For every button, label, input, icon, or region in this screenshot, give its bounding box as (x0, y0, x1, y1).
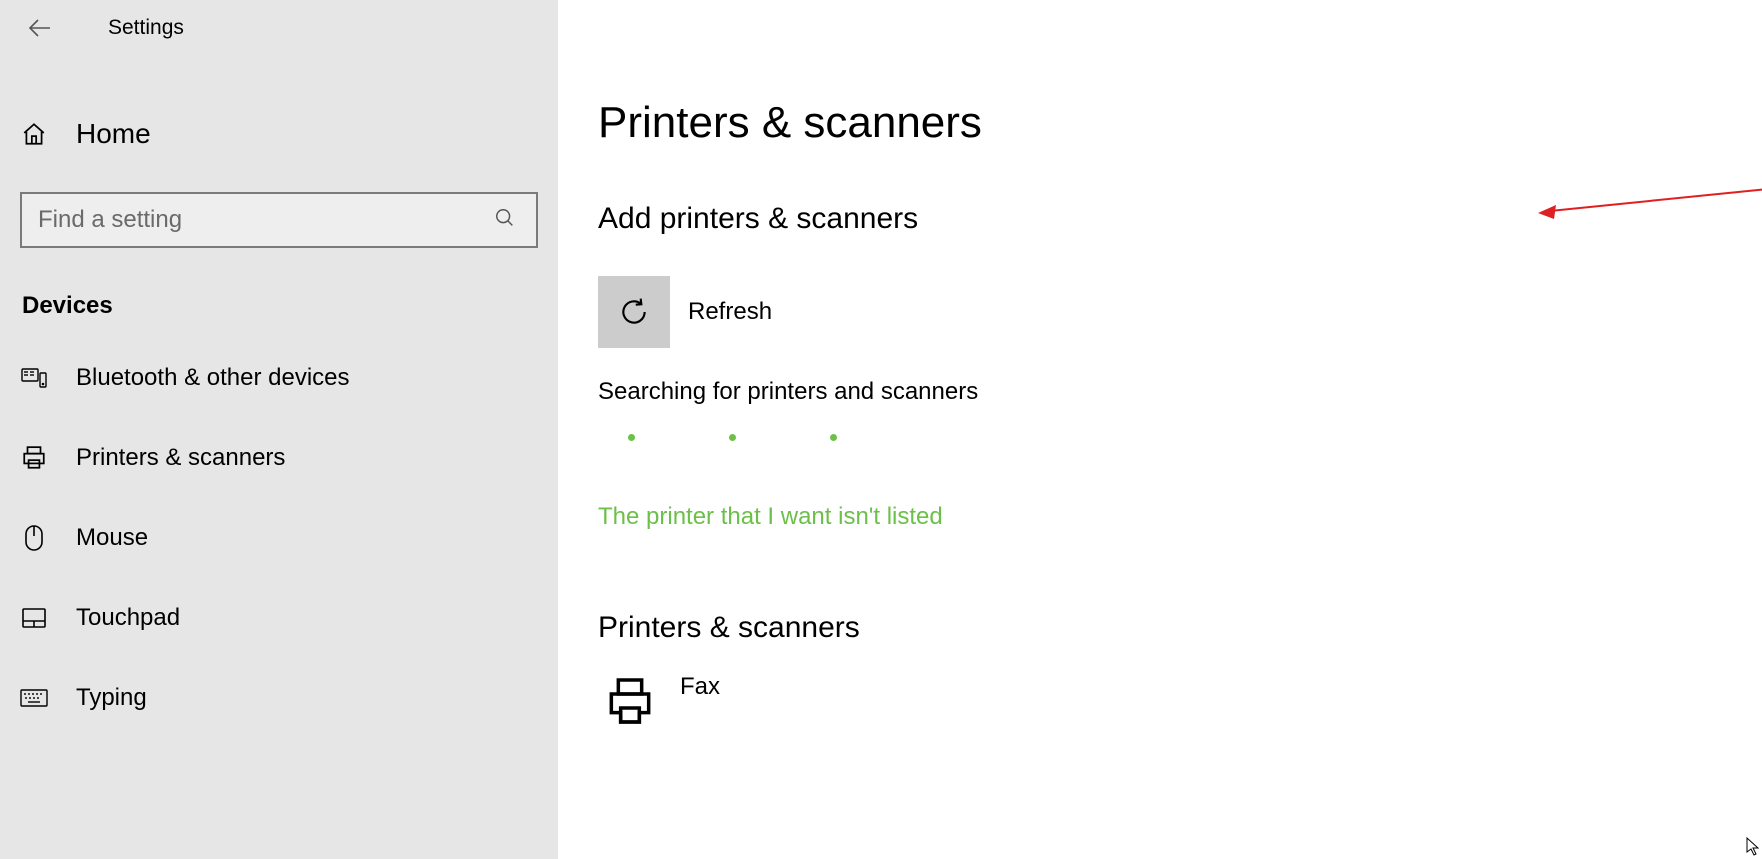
back-button[interactable] (26, 14, 54, 42)
settings-sidebar: Settings Home Devices (0, 0, 558, 859)
progress-dot-icon (729, 434, 736, 441)
printers-list-heading: Printers & scanners (598, 611, 1762, 645)
search-box[interactable] (20, 192, 538, 248)
printer-icon (20, 444, 48, 472)
sidebar-item-label: Mouse (76, 524, 148, 552)
sidebar-item-mouse[interactable]: Mouse (0, 498, 558, 578)
add-printers-heading: Add printers & scanners (598, 202, 1762, 236)
search-icon (494, 207, 516, 233)
home-nav-item[interactable]: Home (0, 100, 558, 168)
device-item-fax[interactable]: Fax (598, 669, 1762, 733)
refresh-icon (618, 296, 650, 328)
printer-device-icon (598, 669, 662, 733)
sidebar-item-bluetooth[interactable]: Bluetooth & other devices (0, 338, 558, 418)
sidebar-item-printers[interactable]: Printers & scanners (0, 418, 558, 498)
touchpad-icon (20, 604, 48, 632)
printer-not-listed-link[interactable]: The printer that I want isn't listed (598, 503, 943, 531)
cursor-icon (1746, 837, 1760, 857)
searching-status-text: Searching for printers and scanners (598, 378, 1762, 406)
sidebar-item-label: Touchpad (76, 604, 180, 632)
progress-dot-icon (830, 434, 837, 441)
home-label: Home (76, 118, 151, 150)
refresh-tile (598, 276, 670, 348)
main-content: Printers & scanners Add printers & scann… (558, 0, 1762, 859)
refresh-label: Refresh (688, 298, 772, 326)
mouse-icon (20, 524, 48, 552)
progress-dot-icon (628, 434, 635, 441)
home-icon (20, 120, 48, 148)
search-input[interactable] (38, 206, 520, 234)
page-title: Printers & scanners (598, 98, 1762, 148)
refresh-button[interactable]: Refresh (598, 276, 1762, 348)
title-bar: Settings (0, 0, 558, 56)
category-heading: Devices (0, 248, 558, 338)
sidebar-item-touchpad[interactable]: Touchpad (0, 578, 558, 658)
bluetooth-devices-icon (20, 364, 48, 392)
progress-dots (598, 428, 1762, 445)
sidebar-item-typing[interactable]: Typing (0, 658, 558, 738)
sidebar-item-label: Printers & scanners (76, 444, 285, 472)
device-label: Fax (680, 673, 720, 701)
keyboard-icon (20, 684, 48, 712)
search-container (20, 192, 538, 248)
sidebar-item-label: Bluetooth & other devices (76, 364, 350, 392)
back-arrow-icon (28, 18, 52, 38)
sidebar-item-label: Typing (76, 684, 147, 712)
app-title: Settings (108, 16, 184, 40)
